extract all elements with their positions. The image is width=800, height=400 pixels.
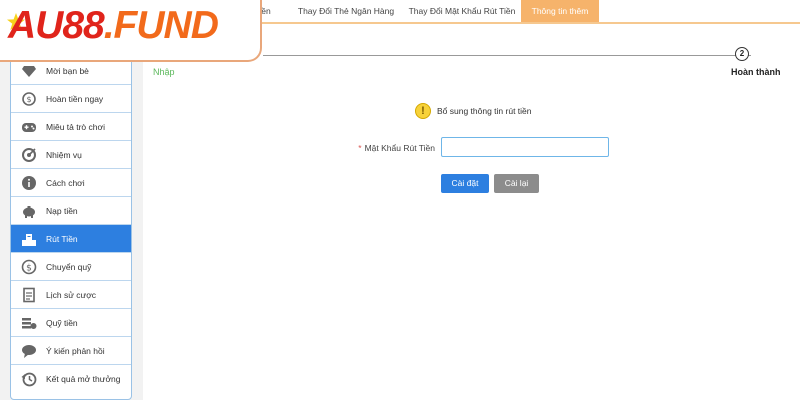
sidebar-item-label: Ý kiến phản hồi — [46, 346, 105, 356]
sidebar-item-label: Rút Tiền — [46, 234, 78, 244]
logo-text-fund: .FUND — [103, 4, 219, 47]
step-2-label: Hoàn thành — [731, 67, 781, 77]
sidebar-item-instant-refund[interactable]: $ Hoàn tiền ngay — [11, 85, 131, 113]
sidebar-item-feedback[interactable]: Ý kiến phản hồi — [11, 337, 131, 365]
logo-wordmark: AU88.FUND — [8, 4, 219, 48]
diamond-icon — [21, 63, 37, 79]
svg-text:$: $ — [26, 264, 32, 274]
reset-button[interactable]: Cài lại — [494, 174, 539, 193]
sidebar-item-missions[interactable]: Nhiệm vụ — [11, 141, 131, 169]
history-icon — [21, 371, 37, 387]
notice-text: Bổ sung thông tin rút tiền — [437, 106, 532, 116]
tab-change-bank-card[interactable]: Thay Đổi Thẻ Ngân Hàng — [291, 0, 401, 22]
sidebar-item-bet-history[interactable]: Lịch sử cược — [11, 281, 131, 309]
svg-text:$: $ — [26, 95, 31, 104]
piggy-bank-icon — [21, 203, 37, 219]
sidebar-item-how-to-play[interactable]: Cách chơi — [11, 169, 131, 197]
sidebar-item-label: Kết quả mở thưởng — [46, 374, 121, 384]
step-progress-line — [263, 55, 751, 56]
target-icon — [21, 147, 37, 163]
dollar-circle-icon: $ — [21, 259, 37, 275]
sidebar-item-label: Nhiệm vụ — [46, 150, 82, 160]
submit-button[interactable]: Cài đặt — [441, 174, 489, 193]
sidebar-item-draw-results[interactable]: Kết quả mở thưởng — [11, 365, 131, 393]
chat-icon — [21, 343, 37, 359]
sidebar-item-label: Lịch sử cược — [46, 290, 97, 300]
withdraw-password-input[interactable] — [441, 137, 609, 157]
sidebar-item-label: Miêu tả trò chơi — [46, 122, 105, 132]
sidebar-item-label: Cách chơi — [46, 178, 85, 188]
sidebar-item-deposit[interactable]: Nạp tiền — [11, 197, 131, 225]
atm-icon — [21, 231, 37, 247]
tab-more-info[interactable]: Thông tin thêm — [521, 0, 599, 22]
info-icon — [21, 175, 37, 191]
sidebar-item-withdraw[interactable]: Rút Tiền — [11, 225, 131, 253]
sidebar-item-game-description[interactable]: Miêu tả trò chơi — [11, 113, 131, 141]
main-panel: 2 Hoàn thành Nhập ! Bổ sung thông tin rú… — [143, 24, 800, 400]
sidebar-item-label: Hoàn tiền ngay — [46, 94, 104, 104]
withdraw-password-label: * Mật Khẩu Rút Tiền — [353, 143, 435, 153]
brand-logo[interactable]: AU88.FUND — [0, 0, 262, 62]
tab-change-withdraw-password[interactable]: Thay Đổi Mật Khẩu Rút Tiền — [405, 0, 519, 22]
coin-refund-icon: $ — [21, 91, 37, 107]
sidebar-item-label: Nạp tiền — [46, 206, 78, 216]
sidebar: Mời bạn bè $ Hoàn tiền ngay Miêu tả trò … — [10, 56, 132, 400]
sidebar-item-label: Quỹ tiền — [46, 318, 78, 328]
warning-icon: ! — [415, 103, 431, 119]
gamepad-icon — [21, 119, 37, 135]
sidebar-item-transfer-funds[interactable]: $ Chuyển quỹ — [11, 253, 131, 281]
withdraw-password-label-text: Mật Khẩu Rút Tiền — [364, 143, 435, 153]
step-1-label: Nhập — [153, 67, 175, 77]
sidebar-item-label: Chuyển quỹ — [46, 262, 92, 272]
step-2-indicator: 2 — [735, 47, 749, 61]
sidebar-item-fund[interactable]: Quỹ tiền — [11, 309, 131, 337]
document-icon — [21, 287, 37, 303]
required-marker: * — [358, 143, 362, 153]
logo-text-au: AU88 — [8, 4, 105, 47]
money-stack-icon — [21, 315, 37, 331]
